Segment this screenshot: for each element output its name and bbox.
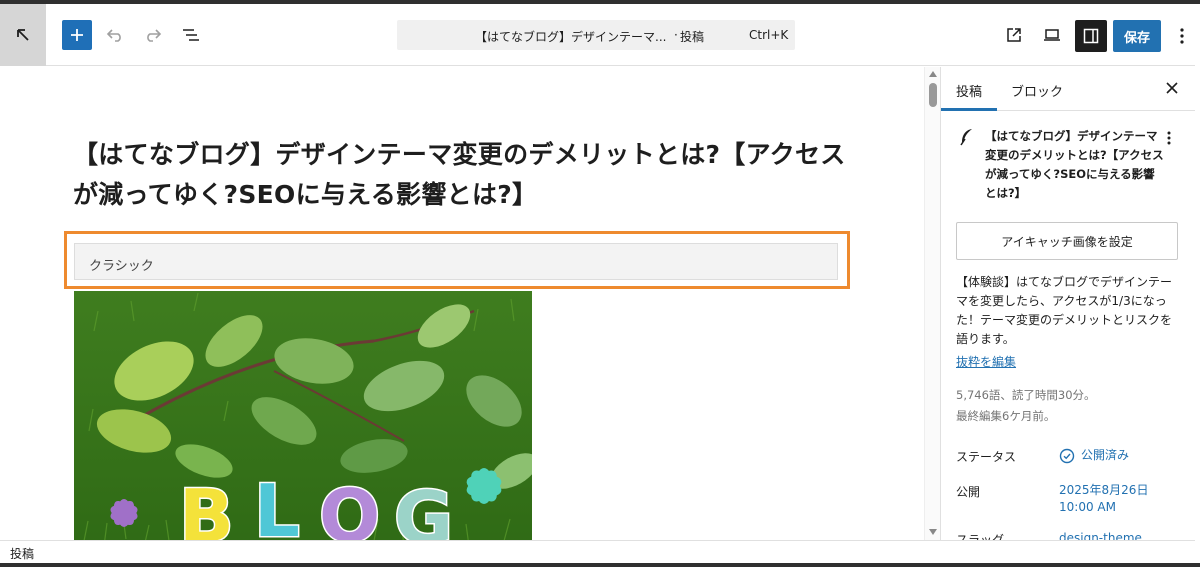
slug-value[interactable]: design-theme: [1059, 530, 1142, 540]
command-bar-shortcut: Ctrl+K: [749, 28, 789, 42]
blog-grass-image: B L O G: [74, 291, 532, 540]
view-post-button[interactable]: [999, 20, 1029, 50]
post-actions-button[interactable]: [1161, 127, 1177, 149]
tab-post[interactable]: 投稿: [956, 81, 982, 100]
save-button[interactable]: 保存: [1113, 20, 1161, 52]
command-bar-separator: ·: [674, 28, 678, 42]
status-label: ステータス: [956, 450, 1017, 464]
classic-block[interactable]: クラシック: [74, 243, 838, 280]
arrow-up-left-icon: [17, 29, 29, 41]
scroll-down-arrow-icon[interactable]: [929, 529, 937, 535]
more-vertical-icon: [1167, 131, 1171, 145]
word-count: 5,746語、読了時間30分。: [956, 388, 1096, 402]
image-letter-g: G: [394, 476, 453, 540]
command-palette-bar[interactable]: 【はてなブログ】デザインテーマ... · 投稿 Ctrl+K: [397, 20, 795, 50]
publish-time: 10:00 AM: [1059, 500, 1116, 514]
command-bar-title: 【はてなブログ】デザインテーマ...: [475, 30, 667, 44]
status-toggle[interactable]: 公開済み: [1059, 447, 1129, 464]
post-feather-icon: [960, 129, 972, 146]
window-frame-right: [1195, 4, 1200, 563]
window-frame-bottom: [0, 563, 1200, 567]
external-link-icon: [1007, 28, 1021, 42]
last-edited: 最終編集6ケ月前。: [956, 409, 1056, 423]
publish-date-button[interactable]: 2025年8月26日 10:00 AM: [1059, 482, 1148, 516]
list-view-icon: [183, 29, 199, 41]
tab-block[interactable]: ブロック: [1011, 81, 1063, 100]
editor-canvas: 【はてなブログ】デザインテーマ変更のデメリットとは?【アクセスが減ってゆく?SE…: [0, 67, 924, 540]
publish-date: 2025年8月26日: [1059, 483, 1149, 497]
published-check-icon: [1059, 448, 1075, 463]
plus-icon: [71, 29, 83, 41]
more-vertical-icon: [1180, 28, 1184, 44]
sidebar-tabs: 投稿 ブロック: [941, 67, 1195, 111]
settings-sidebar: 投稿 ブロック 【はてなブログ】デザインテーマ変更のデメリットとは?【アクセスが…: [940, 67, 1195, 540]
classic-block-label: クラシック: [89, 259, 154, 274]
post-image[interactable]: B L O G: [74, 291, 532, 540]
image-letter-b: B: [179, 474, 234, 540]
undo-icon: [106, 29, 121, 42]
add-block-button[interactable]: [62, 20, 92, 50]
close-icon: [1166, 82, 1178, 94]
scroll-up-arrow-icon[interactable]: [929, 71, 937, 77]
image-letter-o: O: [319, 474, 380, 540]
undo-button[interactable]: [100, 20, 130, 50]
editor-scrollbar[interactable]: [924, 67, 940, 540]
post-excerpt: 【体験談】はてなブログでデザインテーマを変更したら、アクセスが1/3になった！テ…: [956, 275, 1173, 346]
close-sidebar-button[interactable]: [1163, 79, 1181, 97]
status-value: 公開済み: [1081, 448, 1130, 462]
publish-label: 公開: [956, 485, 981, 499]
redo-button[interactable]: [138, 20, 168, 50]
editor-toolbar: 【はてなブログ】デザインテーマ... · 投稿 Ctrl+K 保存: [0, 4, 1200, 66]
redo-icon: [147, 29, 162, 42]
scroll-thumb[interactable]: [929, 83, 937, 107]
back-to-dashboard-button[interactable]: [0, 4, 46, 66]
active-tab-indicator: [941, 108, 997, 111]
options-menu-button[interactable]: [1172, 20, 1192, 52]
document-overview-button[interactable]: [176, 20, 206, 50]
desktop-icon: [1044, 29, 1060, 41]
breadcrumb-post[interactable]: 投稿: [10, 545, 34, 562]
sidebar-panel-icon: [1083, 28, 1099, 44]
image-letter-l: L: [254, 469, 300, 540]
block-breadcrumb-bar: 投稿: [0, 540, 1200, 563]
command-bar-post-type: 投稿: [680, 30, 705, 44]
edit-excerpt-link[interactable]: 抜粋を編集: [956, 353, 1016, 370]
slug-label: スラッグ: [956, 533, 1005, 540]
post-title[interactable]: 【はてなブログ】デザインテーマ変更のデメリットとは?【アクセスが減ってゆく?SE…: [73, 135, 853, 215]
preview-device-button[interactable]: [1037, 20, 1067, 50]
set-featured-image-button[interactable]: アイキャッチ画像を設定: [956, 222, 1178, 260]
settings-toggle-button[interactable]: [1075, 20, 1107, 52]
sidebar-post-title: 【はてなブログ】デザインテーマ変更のデメリットとは?【アクセスが減ってゆく?SE…: [985, 129, 1164, 200]
